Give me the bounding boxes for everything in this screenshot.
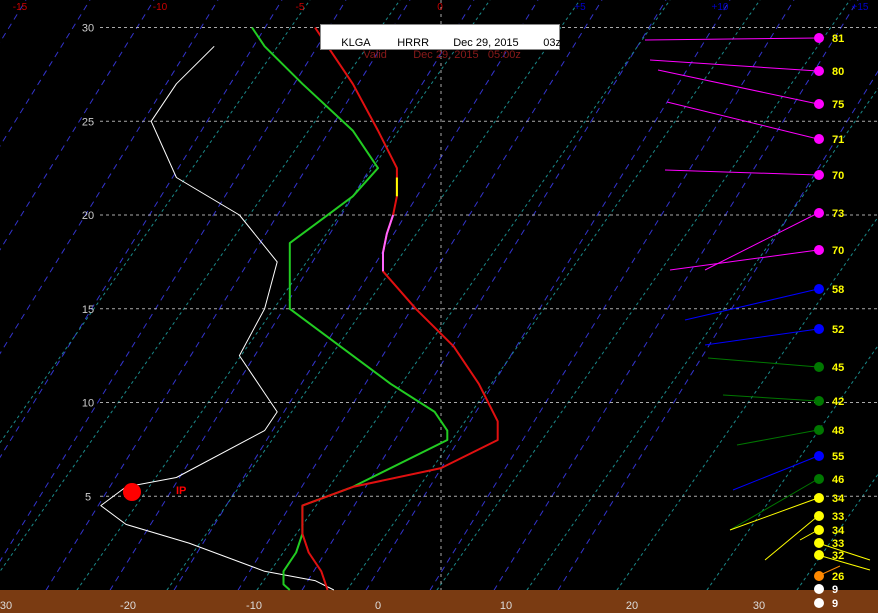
x-bottom-tick-label: 0	[375, 600, 381, 612]
wind-speed-label: 48	[832, 425, 844, 437]
wind-level-dot	[814, 425, 824, 435]
x-bottom-tick-label: 30	[0, 600, 12, 612]
wind-level-dot	[814, 208, 824, 218]
wind-speed-label: 33	[832, 538, 844, 550]
valid-time: Dec 29, 2015 05:00z	[413, 49, 521, 61]
x-top-tick-label: +5	[574, 2, 586, 13]
y-tick-label: 15	[82, 304, 94, 316]
x-top-tick-label: -5	[296, 2, 305, 13]
x-top-tick-label: +15	[852, 2, 869, 13]
x-bottom-tick-label: -20	[120, 600, 136, 612]
wind-speed-label: 42	[832, 396, 844, 408]
y-tick-label: 10	[82, 398, 94, 410]
wind-level-dot	[814, 99, 824, 109]
x-top-tick-label: +10	[712, 2, 729, 13]
x-top-tick-label: 0	[437, 2, 443, 13]
wind-level-dot	[814, 538, 824, 548]
wind-speed-label: 45	[832, 362, 844, 374]
wind-speed-label: 32	[832, 550, 844, 562]
valid-label: Valid	[363, 49, 387, 61]
y-tick-label: 5	[85, 491, 91, 503]
y-tick-label: 20	[82, 210, 94, 222]
wind-level-dot	[814, 571, 824, 581]
x-top-tick-label: -15	[13, 2, 28, 13]
wind-level-dot	[814, 474, 824, 484]
wind-speed-label: 34	[832, 493, 845, 505]
wind-level-dot	[814, 245, 824, 255]
wind-speed-label: 33	[832, 511, 844, 523]
wind-level-dot	[814, 584, 824, 594]
wind-speed-label: 55	[832, 451, 844, 463]
x-top-tick-label: -10	[153, 2, 168, 13]
wind-level-dot	[814, 451, 824, 461]
valid-time-wrap: Dec 29, 2015 05:00z	[401, 37, 521, 73]
run-cycle: 03z	[543, 37, 561, 49]
precip-type-dot	[123, 483, 141, 501]
y-tick-label: 30	[82, 23, 94, 35]
wind-speed-label: 81	[832, 33, 844, 45]
wind-speed-label: 26	[832, 571, 844, 583]
wind-speed-label: 73	[832, 208, 844, 220]
wind-speed-label: 70	[832, 170, 844, 182]
wind-level-dot	[814, 493, 824, 503]
x-bottom-tick-label: 20	[626, 600, 638, 612]
wind-speed-label: 58	[832, 284, 844, 296]
wind-level-dot	[814, 66, 824, 76]
wind-speed-label: 71	[832, 134, 844, 146]
x-bottom-tick-label: 30	[753, 600, 765, 612]
x-bottom-tick-label: -10	[246, 600, 262, 612]
x-bottom-tick-label: 10	[500, 600, 512, 612]
wind-level-dot	[814, 134, 824, 144]
wind-level-dot	[814, 362, 824, 372]
run-cycle-wrap: 03z	[531, 25, 561, 61]
sounding-header: KLGA HRRR Dec 29, 2015 03z Valid Dec 29,…	[320, 24, 561, 61]
valid-label-wrap: Valid	[351, 37, 387, 73]
wind-level-dot	[814, 511, 824, 521]
wind-level-dot	[814, 525, 824, 535]
wind-speed-label: 9	[832, 584, 838, 596]
wind-speed-label: 46	[832, 474, 844, 486]
wind-level-dot	[814, 598, 824, 608]
wind-level-dot	[814, 324, 824, 334]
wind-level-dot	[814, 550, 824, 560]
wind-speed-label: 80	[832, 66, 844, 78]
wind-level-dot	[814, 33, 824, 43]
wind-level-dot	[814, 284, 824, 294]
wind-speed-label: 9	[832, 598, 838, 610]
wind-level-dot	[814, 396, 824, 406]
wind-speed-label: 75	[832, 99, 844, 111]
precip-type-label: IP	[176, 485, 186, 497]
wind-level-dot	[814, 170, 824, 180]
wind-speed-label: 52	[832, 324, 844, 336]
wind-speed-label: 70	[832, 245, 844, 257]
wind-speed-label: 34	[832, 525, 845, 537]
skewt-chart: 8180757170737058524542485546343334333226…	[0, 0, 878, 613]
y-tick-label: 25	[82, 116, 94, 128]
